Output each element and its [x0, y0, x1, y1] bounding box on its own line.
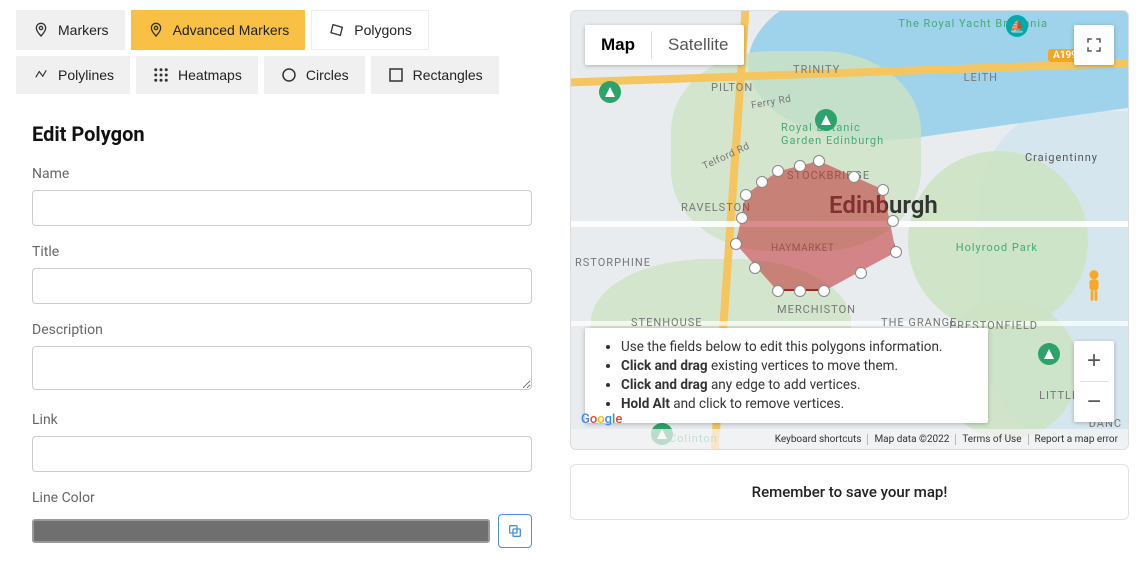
- polygon-vertex[interactable]: [877, 184, 889, 196]
- tip-item: Use the fields below to edit this polygo…: [621, 339, 974, 355]
- polygon-vertex[interactable]: [730, 238, 742, 250]
- polygon-midpoint[interactable]: [736, 212, 748, 224]
- copy-icon: [507, 523, 523, 539]
- description-label: Description: [32, 322, 532, 338]
- polygon-midpoint[interactable]: [749, 262, 761, 274]
- shape-tabs: Markers Advanced Markers Polygons Polyli…: [16, 10, 548, 94]
- tab-label: Markers: [58, 22, 109, 38]
- tab-label: Polylines: [58, 67, 114, 83]
- polyline-icon: [32, 66, 50, 84]
- tab-label: Circles: [306, 67, 349, 83]
- polygon-midpoint[interactable]: [756, 176, 768, 188]
- pin-icon: [32, 21, 50, 39]
- polygon-midpoint[interactable]: [848, 171, 860, 183]
- pin-icon: [147, 21, 165, 39]
- polygon-vertex[interactable]: [772, 165, 784, 177]
- park-icon[interactable]: [1038, 343, 1060, 365]
- polygon-vertex[interactable]: [772, 285, 784, 297]
- map-data: Map data ©2022: [867, 434, 955, 445]
- heatmap-icon: [152, 66, 170, 84]
- zoom-in-button[interactable]: +: [1074, 341, 1114, 381]
- tab-circles[interactable]: Circles: [264, 56, 365, 94]
- park-icon[interactable]: [815, 109, 837, 131]
- linecolor-label: Line Color: [32, 490, 532, 506]
- circle-icon: [280, 66, 298, 84]
- tab-heatmaps[interactable]: Heatmaps: [136, 56, 258, 94]
- name-input[interactable]: [32, 190, 532, 226]
- report-error-link[interactable]: Report a map error: [1028, 434, 1124, 445]
- area-craigentinny: Craigentinny: [1025, 151, 1098, 164]
- tab-label: Heatmaps: [178, 67, 242, 83]
- map-viewport[interactable]: A199 The Royal Yacht Britannia TRINITY L…: [570, 10, 1129, 450]
- tip-item: Click and drag existing vertices to move…: [621, 358, 974, 374]
- fullscreen-icon: [1085, 36, 1103, 54]
- tab-polylines[interactable]: Polylines: [16, 56, 130, 94]
- fullscreen-button[interactable]: [1074, 25, 1114, 65]
- area-leith: LEITH: [964, 71, 998, 84]
- museum-icon[interactable]: ⛵: [1006, 15, 1028, 37]
- area-trinity: TRINITY: [793, 63, 840, 76]
- tip-item: Click and drag any edge to add vertices.: [621, 377, 974, 393]
- title-input[interactable]: [32, 268, 532, 304]
- area-pilton: PILTON: [711, 81, 753, 94]
- rectangle-icon: [387, 66, 405, 84]
- map-type-map[interactable]: Map: [585, 25, 651, 65]
- linecolor-swatch[interactable]: [32, 519, 490, 543]
- tab-label: Polygons: [354, 22, 412, 38]
- tab-advanced-markers[interactable]: Advanced Markers: [131, 10, 306, 50]
- poi-holyrood[interactable]: Holyrood Park: [956, 241, 1038, 254]
- keyboard-shortcuts[interactable]: Keyboard shortcuts: [769, 434, 868, 445]
- area-merchiston: MERCHISTON: [777, 303, 856, 316]
- tab-label: Advanced Markers: [173, 22, 290, 38]
- polygon-vertex[interactable]: [813, 155, 825, 167]
- zoom-control: + −: [1074, 341, 1114, 422]
- polygon-form: Edit Polygon Name Title Description Link…: [16, 94, 548, 548]
- save-reminder: Remember to save your map!: [570, 464, 1129, 520]
- poi-botanic[interactable]: Royal Botanic Garden Edinburgh: [781, 121, 891, 147]
- description-input[interactable]: [32, 346, 532, 390]
- polygon-midpoint[interactable]: [794, 285, 806, 297]
- polygon-icon: [328, 21, 346, 39]
- edit-tips: Use the fields below to edit this polygo…: [585, 328, 988, 423]
- map-type-control: Map Satellite: [585, 25, 744, 65]
- polygon-vertex[interactable]: [740, 189, 752, 201]
- area-rstorphine: RSTORPHINE: [575, 256, 651, 269]
- editable-polygon[interactable]: [736, 161, 896, 291]
- terms-link[interactable]: Terms of Use: [955, 434, 1027, 445]
- tab-polygons[interactable]: Polygons: [311, 10, 429, 50]
- copy-color-button[interactable]: [498, 514, 532, 548]
- google-logo: Google: [581, 412, 622, 427]
- pegman-icon: [1080, 269, 1108, 303]
- polygon-vertex[interactable]: [818, 285, 830, 297]
- polygon-midpoint[interactable]: [887, 215, 899, 227]
- pegman[interactable]: [1074, 266, 1114, 306]
- polygon-vertex[interactable]: [890, 246, 902, 258]
- park-icon[interactable]: [599, 81, 621, 103]
- tab-markers[interactable]: Markers: [16, 10, 125, 50]
- link-input[interactable]: [32, 436, 532, 472]
- tab-rectangles[interactable]: Rectangles: [371, 56, 499, 94]
- link-label: Link: [32, 412, 532, 428]
- polygon-midpoint[interactable]: [855, 267, 867, 279]
- polygon-midpoint[interactable]: [794, 160, 806, 172]
- zoom-out-button[interactable]: −: [1074, 382, 1114, 422]
- title-label: Title: [32, 244, 532, 260]
- name-label: Name: [32, 166, 532, 182]
- map-attribution: Keyboard shortcuts Map data ©2022 Terms …: [571, 429, 1128, 449]
- tab-label: Rectangles: [413, 67, 483, 83]
- form-title: Edit Polygon: [32, 122, 532, 146]
- tip-item: Hold Alt and click to remove vertices.: [621, 396, 974, 412]
- map-type-satellite[interactable]: Satellite: [652, 25, 744, 65]
